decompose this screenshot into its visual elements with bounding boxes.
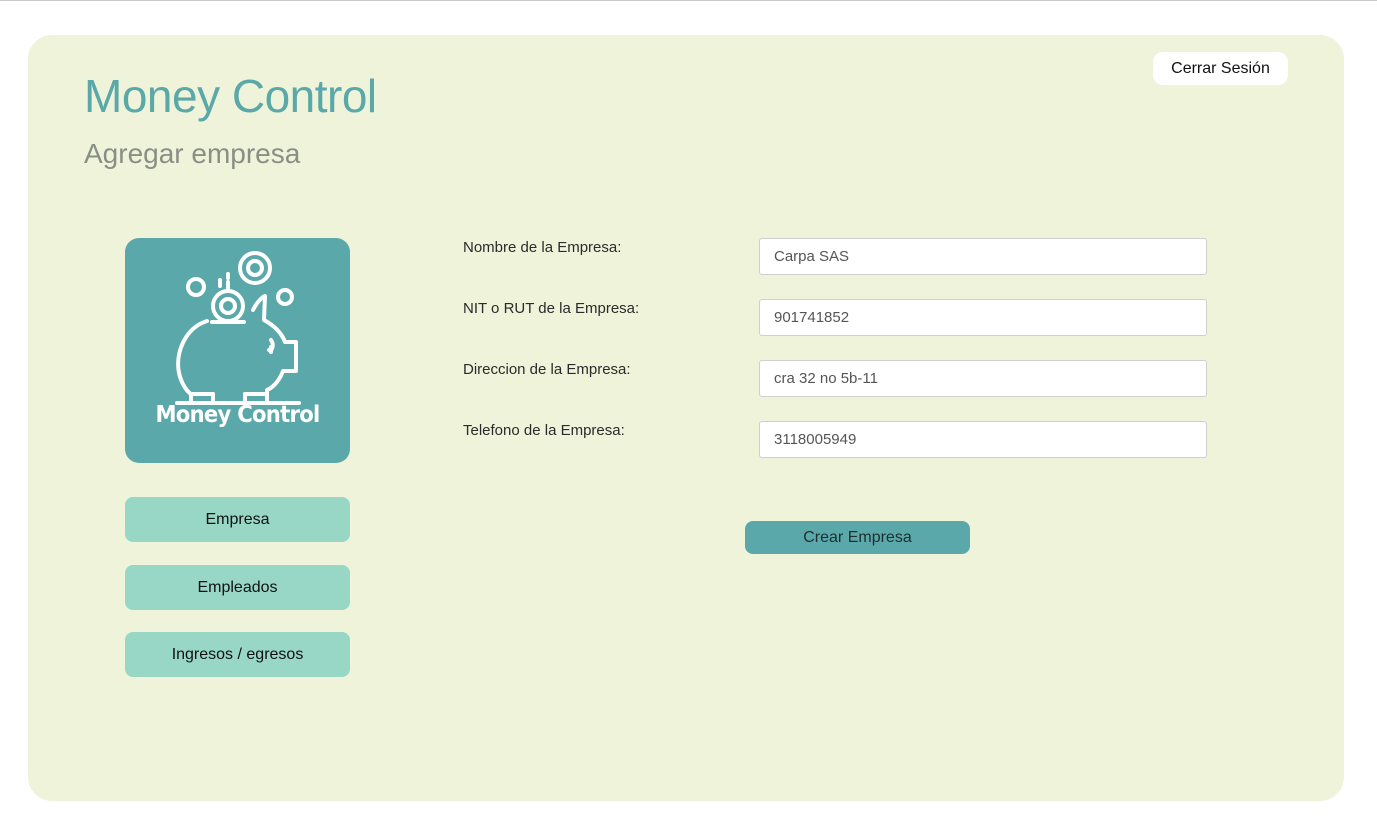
company-name-label: Nombre de la Empresa: xyxy=(463,239,622,256)
company-nit-label: NIT o RUT de la Empresa: xyxy=(463,300,640,317)
main-card: Money Control Agregar empresa Cerrar Ses… xyxy=(28,35,1344,801)
app-logo: Money Control xyxy=(125,238,350,463)
page-subtitle: Agregar empresa xyxy=(84,138,301,169)
top-divider xyxy=(0,0,1377,1)
app-title: Money Control xyxy=(84,70,377,122)
sidebar-item-empresa[interactable]: Empresa xyxy=(125,497,350,542)
company-address-label: Direccion de la Empresa: xyxy=(463,361,631,378)
logout-button[interactable]: Cerrar Sesión xyxy=(1153,52,1288,85)
company-phone-label: Telefono de la Empresa: xyxy=(463,422,625,439)
company-phone-input[interactable] xyxy=(759,421,1207,458)
logo-text: Money Control xyxy=(155,402,320,428)
piggy-bank-icon xyxy=(175,251,301,405)
company-address-input[interactable] xyxy=(759,360,1207,397)
create-company-button[interactable]: Crear Empresa xyxy=(745,521,970,554)
sidebar-item-ingresos-egresos[interactable]: Ingresos / egresos xyxy=(125,632,350,677)
sidebar-item-empleados[interactable]: Empleados xyxy=(125,565,350,610)
company-name-input[interactable] xyxy=(759,238,1207,275)
company-nit-input[interactable] xyxy=(759,299,1207,336)
